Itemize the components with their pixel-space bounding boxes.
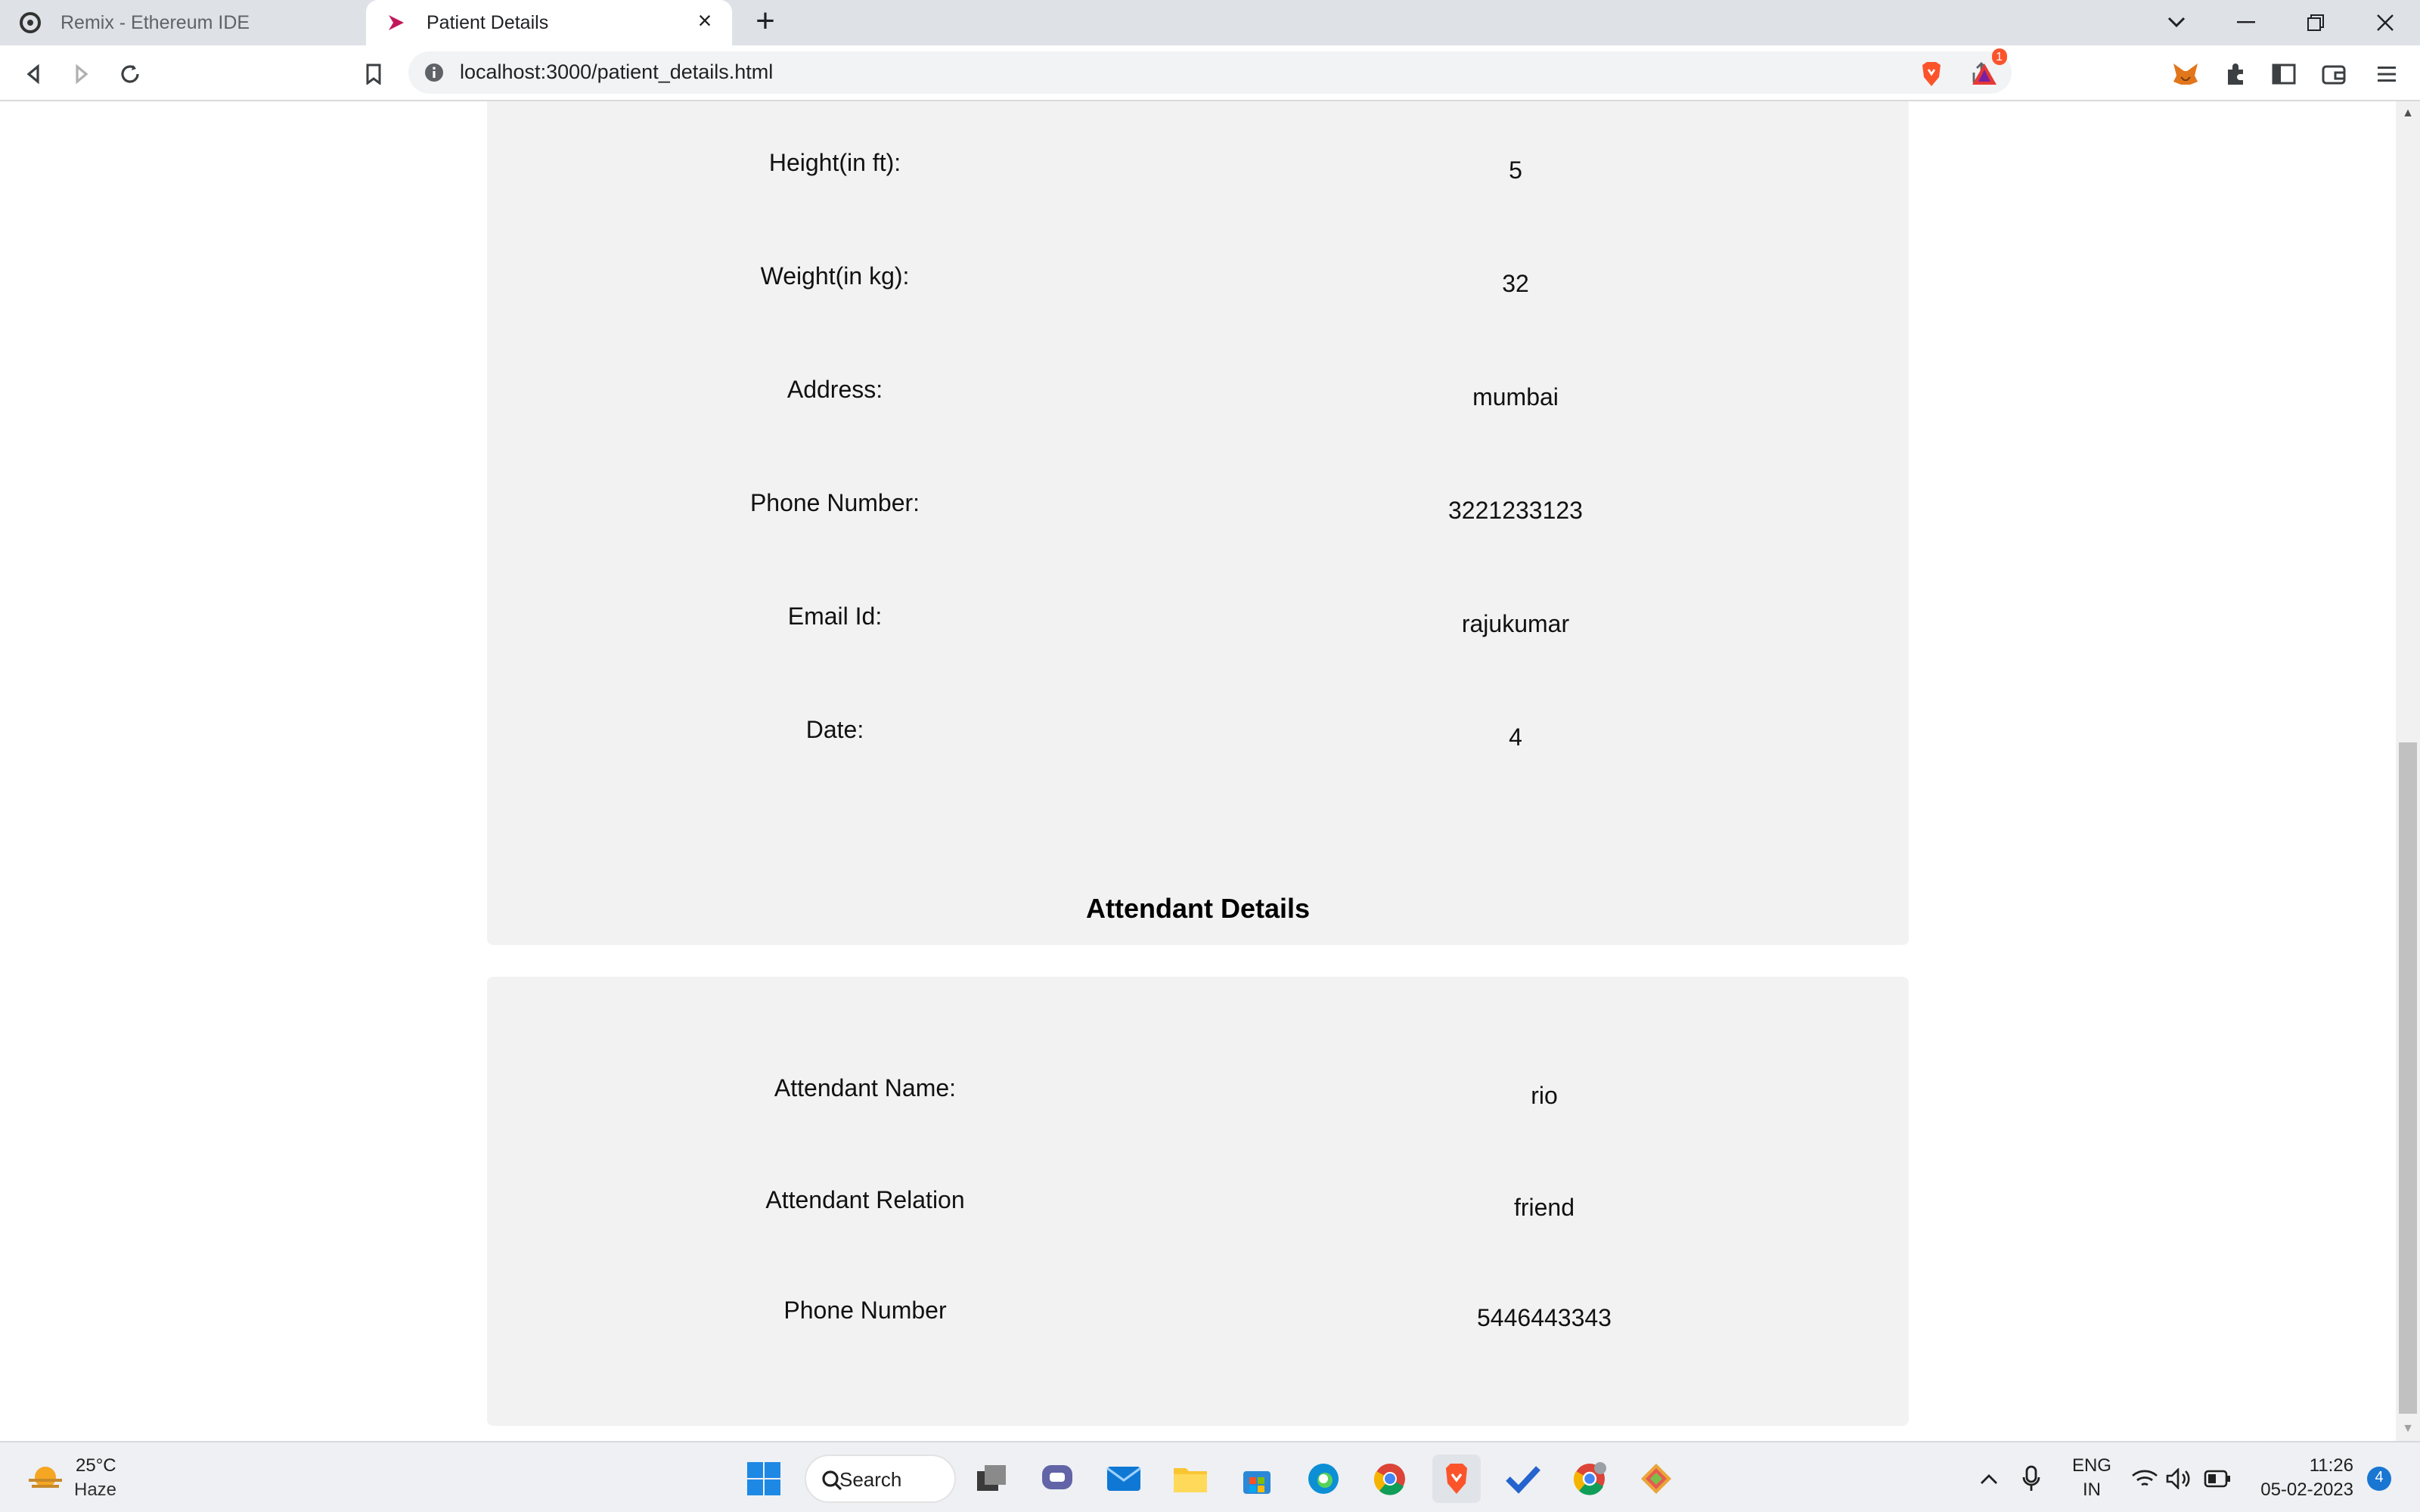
- site-info-icon[interactable]: [424, 62, 445, 83]
- tab-strip: Remix - Ethereum IDE Patient Details × +: [0, 0, 2420, 45]
- show-hidden-icons-chevron-icon[interactable]: [1965, 1455, 2013, 1503]
- clock-time[interactable]: 11:26: [2248, 1455, 2353, 1476]
- brave-rewards-icon[interactable]: 1: [1965, 48, 2007, 94]
- chrome-profile-icon[interactable]: [1565, 1455, 1614, 1503]
- chrome-icon[interactable]: [1366, 1455, 1414, 1503]
- bookmark-icon[interactable]: [354, 54, 393, 94]
- search-icon: [821, 1470, 842, 1495]
- brave-shields-icon[interactable]: [1912, 54, 1951, 94]
- email-value: rajukumar: [1461, 612, 1570, 638]
- email-label: Email Id:: [787, 605, 883, 631]
- remix-icon: [18, 11, 42, 35]
- brave-browser-icon[interactable]: [1432, 1455, 1481, 1503]
- microsoft-store-icon[interactable]: [1233, 1455, 1281, 1503]
- tab-search-icon[interactable]: [2142, 0, 2211, 45]
- attendant-phone-value: 5446443343: [1477, 1306, 1612, 1332]
- windows-taskbar: 25°C Haze Search ENG IN 11:26 05-02-2023…: [0, 1441, 2420, 1512]
- url-text: localhost:3000/patient_details.html: [460, 60, 774, 83]
- address-label: Address:: [786, 378, 883, 404]
- task-view-icon[interactable]: [968, 1455, 1016, 1503]
- close-window-button[interactable]: [2350, 0, 2420, 45]
- attendant-details-heading: Attendant Details: [1085, 894, 1311, 924]
- weather-temperature: 25°C: [76, 1455, 116, 1476]
- scrollbar-thumb[interactable]: [2399, 742, 2417, 1414]
- rewards-badge: 1: [1991, 48, 2007, 65]
- scroll-up-arrow-icon[interactable]: ▲: [2396, 101, 2420, 125]
- file-explorer-icon[interactable]: [1166, 1455, 1215, 1503]
- metamask-icon[interactable]: [2166, 54, 2205, 94]
- weather-icon[interactable]: [21, 1455, 70, 1503]
- page-content: Height(in ft): 5 Weight(in kg): 32 Addre…: [0, 101, 2396, 1441]
- git-tool-icon[interactable]: [1632, 1455, 1680, 1503]
- minimize-button[interactable]: [2211, 0, 2281, 45]
- attendant-relation-value: friend: [1513, 1196, 1575, 1222]
- wallet-icon[interactable]: [2314, 54, 2353, 94]
- weight-value: 32: [1502, 272, 1529, 298]
- tab-title: Patient Details: [427, 12, 549, 33]
- date-value: 4: [1509, 726, 1522, 751]
- height-label: Height(in ft):: [768, 151, 901, 177]
- phone-number-value: 3221233123: [1448, 499, 1583, 525]
- new-tab-button[interactable]: +: [747, 4, 783, 41]
- restore-button[interactable]: [2281, 0, 2350, 45]
- todo-icon[interactable]: [1499, 1455, 1547, 1503]
- close-tab-icon[interactable]: ×: [693, 10, 717, 35]
- windows-start-icon[interactable]: [740, 1455, 788, 1503]
- tab-remix[interactable]: Remix - Ethereum IDE: [0, 0, 366, 45]
- microphone-icon[interactable]: [2007, 1455, 2055, 1503]
- address-bar[interactable]: localhost:3000/patient_details.html: [408, 51, 2012, 94]
- back-button[interactable]: [14, 54, 53, 94]
- battery-icon[interactable]: [2193, 1455, 2242, 1503]
- browser-toolbar: localhost:3000/patient_details.html 1: [0, 45, 2420, 101]
- notification-badge[interactable]: 4: [2367, 1467, 2391, 1491]
- scroll-down-arrow-icon[interactable]: ▼: [2396, 1417, 2420, 1441]
- height-value: 5: [1509, 159, 1522, 184]
- language-indicator-bottom[interactable]: IN: [2066, 1479, 2118, 1500]
- extensions-icon[interactable]: [2216, 54, 2255, 94]
- sidebar-icon[interactable]: [2264, 54, 2304, 94]
- attendant-name-value: rio: [1531, 1084, 1558, 1110]
- clock-date[interactable]: 05-02-2023: [2248, 1479, 2353, 1500]
- attendant-phone-label: Phone Number: [783, 1299, 947, 1325]
- attendant-relation-label: Attendant Relation: [765, 1188, 965, 1214]
- weight-label: Weight(in kg):: [760, 265, 910, 290]
- reload-button[interactable]: [110, 54, 150, 94]
- weather-description: Haze: [74, 1479, 117, 1500]
- app-logo-icon: [384, 11, 408, 35]
- menu-icon[interactable]: [2367, 54, 2406, 94]
- vertical-scrollbar[interactable]: ▲ ▼: [2396, 101, 2420, 1441]
- phone-number-label: Phone Number:: [749, 491, 920, 517]
- address-value: mumbai: [1472, 386, 1559, 411]
- teams-chat-icon[interactable]: [1033, 1455, 1081, 1503]
- language-indicator-top[interactable]: ENG: [2066, 1455, 2118, 1476]
- tab-patient-details[interactable]: Patient Details ×: [366, 0, 732, 45]
- edge-browser-icon[interactable]: [1299, 1455, 1348, 1503]
- tab-title: Remix - Ethereum IDE: [60, 12, 250, 33]
- forward-button[interactable]: [62, 54, 101, 94]
- date-label: Date:: [805, 718, 864, 744]
- attendant-name-label: Attendant Name:: [774, 1077, 957, 1102]
- search-label: Search: [839, 1467, 902, 1490]
- taskbar-search[interactable]: Search: [805, 1455, 956, 1503]
- mail-icon[interactable]: [1100, 1455, 1148, 1503]
